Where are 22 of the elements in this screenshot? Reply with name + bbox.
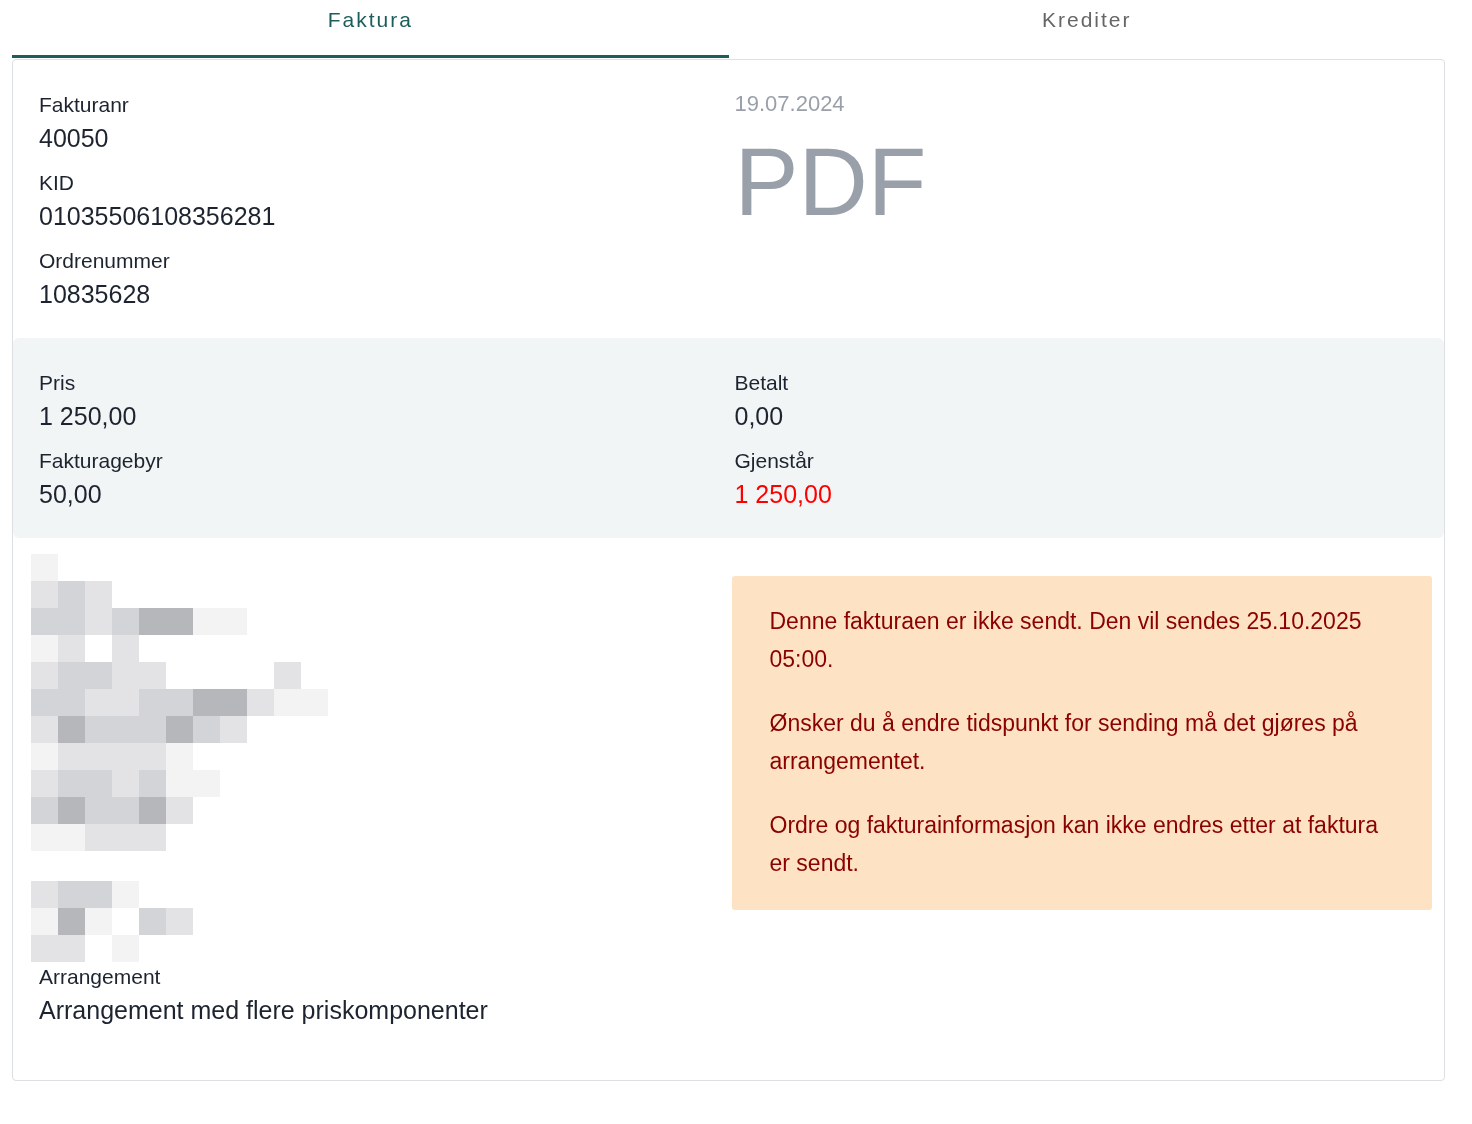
field-label: Fakturagebyr: [39, 448, 164, 474]
field-label: Fakturanr: [39, 92, 130, 118]
tab[interactable]: Krediter: [728, 0, 1445, 58]
field-label: Gjenstår: [734, 448, 815, 474]
field-value: 1 250,00: [39, 401, 138, 432]
field-label: Ordrenummer: [39, 248, 171, 274]
notice-text: Ordre og fakturainformasjon kan ikke endres etter at faktura er sendt.: [769, 811, 1380, 878]
field-value: 01035506108356281: [39, 201, 277, 232]
field-label: Arrangement: [39, 964, 162, 990]
field-value: 50,00: [39, 479, 103, 510]
field-value: 40050: [39, 123, 110, 154]
notice-text: Ønsker du å endre tidspunkt for sending må det gjøres på arrangementet.: [769, 709, 1359, 776]
field-value: 0,00: [734, 401, 785, 432]
field-label: Pris: [39, 370, 77, 396]
tab[interactable]: Faktura: [12, 0, 729, 58]
field-value: 1 250,00: [734, 479, 833, 510]
field-value: 10835628: [39, 279, 152, 310]
field-value: Arrangement med flere priskomponenter: [39, 995, 489, 1026]
notice-text: Denne fakturaen er ikke sendt. Den vil sendes 25.10.2025 05:00.: [769, 607, 1363, 674]
field-label: KID: [39, 170, 75, 196]
invoice-date: 19.07.2024: [734, 91, 845, 117]
field-label: Betalt: [734, 370, 790, 396]
